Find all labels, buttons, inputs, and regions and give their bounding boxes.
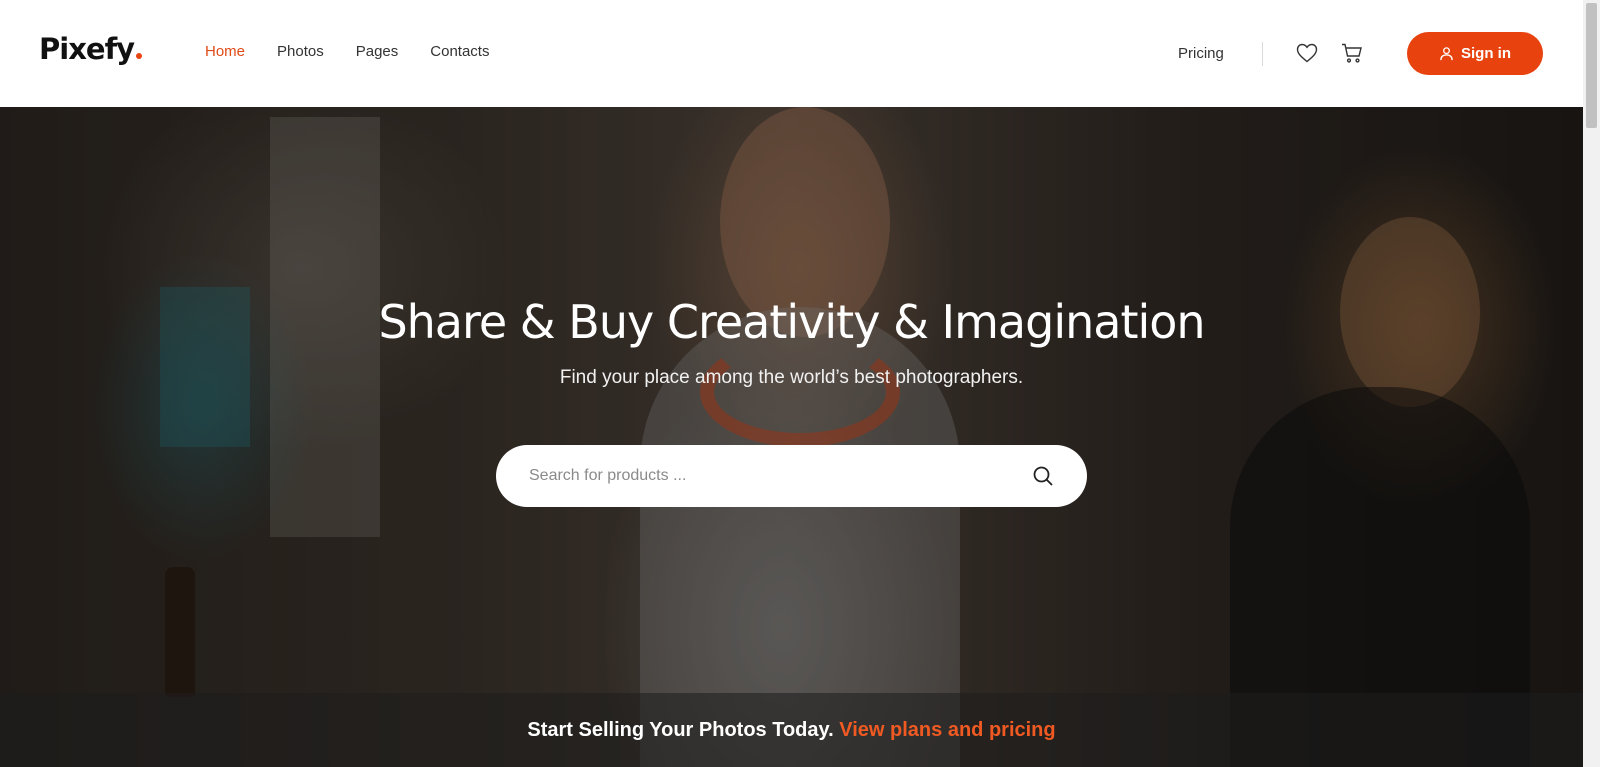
logo-text: Pixefy	[39, 32, 135, 66]
heart-icon	[1296, 43, 1318, 63]
logo-dot	[136, 53, 143, 59]
header-divider	[1262, 42, 1263, 66]
nav-item-contacts[interactable]: Contacts	[430, 43, 489, 60]
page-scrollbar[interactable]	[1583, 0, 1600, 767]
scrollbar-thumb[interactable]	[1586, 3, 1597, 128]
cart-icon	[1342, 43, 1362, 63]
promo-bar: Start Selling Your Photos Today. View pl…	[0, 693, 1583, 767]
plans-pricing-link[interactable]: View plans and pricing	[839, 719, 1055, 741]
search-input[interactable]	[529, 467, 1009, 485]
pricing-link[interactable]: Pricing	[1178, 45, 1224, 62]
nav-item-pages[interactable]: Pages	[356, 43, 399, 60]
user-icon	[1440, 47, 1453, 61]
hero-content: Share & Buy Creativity & Imagination Fin…	[0, 107, 1583, 767]
search-bar	[496, 445, 1087, 507]
site-logo[interactable]: Pixefy	[39, 32, 143, 66]
hero-title: Share & Buy Creativity & Imagination	[378, 295, 1205, 349]
promo-text: Start Selling Your Photos Today.	[527, 719, 840, 741]
main-nav: Home Photos Pages Contacts	[205, 43, 521, 60]
search-icon[interactable]	[1031, 464, 1055, 488]
sign-in-label: Sign in	[1461, 45, 1511, 62]
nav-item-photos[interactable]: Photos	[277, 43, 324, 60]
cart-button[interactable]	[1339, 40, 1365, 66]
site-header: Pixefy Home Photos Pages Contacts Pricin…	[0, 0, 1583, 107]
hero-subtitle: Find your place among the world’s best p…	[559, 367, 1024, 388]
hero-section: Share & Buy Creativity & Imagination Fin…	[0, 107, 1583, 767]
sign-in-button[interactable]: Sign in	[1407, 32, 1543, 75]
wishlist-button[interactable]	[1294, 40, 1320, 66]
nav-item-home[interactable]: Home	[205, 43, 245, 60]
